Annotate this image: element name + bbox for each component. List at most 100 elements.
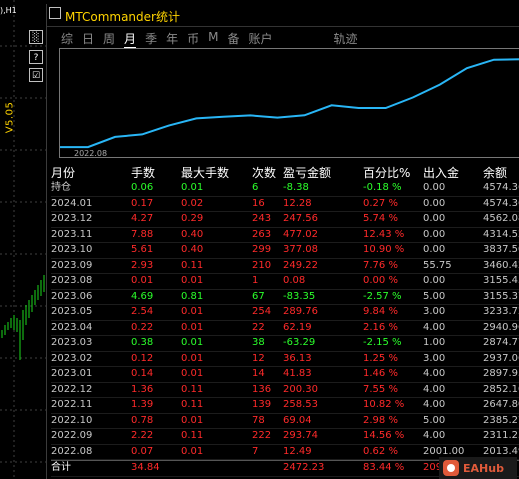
table-header: 月份 手数 最大手数 次数 盈亏金额 百分比% 出入金 余额	[51, 166, 519, 181]
table-row: 2023.10 5.61 0.40 299 377.08 10.90 % 0.00 3837.…	[51, 243, 519, 259]
cell-lots: 0.38	[131, 337, 154, 348]
cell-deposit: 3.00	[423, 306, 446, 317]
panel-titlebar: MTCommander统计	[47, 4, 519, 27]
cell-month: 持仓	[51, 182, 71, 193]
cell-month: 2023.06	[51, 290, 93, 302]
cell-count: 12	[252, 352, 265, 364]
table-row: 2023.02 0.12 0.01 12 36.13 1.25 % 3.00 2937.06	[51, 352, 519, 367]
cell-profit: 0.08	[283, 275, 306, 286]
tab-year[interactable]: 年	[166, 30, 178, 48]
table-row: 2023.09 2.93 0.11 210 249.22 7.76 % 55.75 3460.…	[51, 259, 519, 274]
cell-max-lots: 0.40	[181, 228, 204, 240]
cell-profit: 41.83	[283, 368, 312, 379]
cell-lots: 0.78	[131, 414, 154, 426]
cell-profit: 293.74	[283, 430, 318, 441]
table-row: 2023.01 0.14 0.01 14 41.83 1.46 % 4.00 2897.93	[51, 367, 519, 383]
cell-max-lots: 0.01	[181, 321, 204, 333]
cell-month: 2023.05	[51, 306, 93, 317]
header-count: 次数	[252, 166, 277, 180]
cell-count: 136	[252, 383, 272, 395]
cell-lots: 4.69	[131, 290, 154, 302]
cell-lots: 0.06	[131, 182, 154, 193]
cell-profit: 36.13	[283, 352, 312, 364]
version-label: V5.05	[4, 101, 16, 134]
panel-collapse-box[interactable]	[49, 7, 61, 19]
cell-month: 2023.01	[51, 368, 93, 379]
checkbox-button[interactable]: ☑	[29, 68, 43, 82]
header-lots: 手数	[131, 166, 156, 180]
table-row: 2022.12 1.36 0.11 136 200.30 7.55 % 4.00 2852.1…	[51, 383, 519, 398]
cell-month: 2023.09	[51, 259, 93, 271]
cell-deposit: 1.00	[423, 337, 446, 348]
symbol-timeframe-label: ),H1	[0, 6, 17, 15]
cell-count: 14	[252, 368, 265, 379]
cell-max-lots: 0.01	[181, 414, 204, 426]
tab-overview[interactable]: 综	[61, 30, 73, 48]
cell-deposit: 0.00	[423, 228, 446, 240]
cell-percent: 0.27 %	[363, 197, 398, 209]
cell-deposit: 5.00	[423, 414, 446, 426]
cell-month: 2022.08	[51, 445, 93, 457]
cell-lots: 1.39	[131, 399, 154, 410]
cell-deposit: 0.00	[423, 244, 446, 255]
cell-balance: 2647.80	[483, 399, 519, 410]
cell-balance: 3155.37	[483, 290, 519, 302]
tab-quarter[interactable]: 季	[145, 30, 157, 48]
tab-month[interactable]: 月	[124, 30, 137, 48]
cell-percent: 7.76 %	[363, 259, 398, 271]
cell-balance: 2874.77	[483, 337, 519, 348]
balance-curve-line	[60, 58, 519, 149]
tab-account[interactable]: 账户	[248, 30, 272, 48]
eahub-text: EAHub	[463, 461, 504, 475]
cell-deposit: 4.00	[423, 430, 446, 441]
cell-balance: 4574.36	[483, 182, 519, 193]
header-max-lots: 最大手数	[181, 166, 230, 180]
cell-count: 243	[252, 213, 272, 224]
cell-max-lots: 0.11	[181, 383, 204, 395]
cell-balance: 3460.42	[483, 259, 519, 271]
cell-profit: 477.02	[283, 228, 318, 240]
table-row: 2022.10 0.78 0.01 78 69.04 2.98 % 5.00 2385.27	[51, 414, 519, 429]
cell-month: 2023.10	[51, 244, 93, 255]
chart-tool-button[interactable]: ░	[29, 30, 43, 44]
tab-day[interactable]: 日	[82, 30, 94, 48]
table-row: 2022.09 2.22 0.11 222 293.74 14.56 % 4.00 2311.…	[51, 429, 519, 445]
table-row: 2022.11 1.39 0.11 139 258.53 10.82 % 4.00 2647.…	[51, 398, 519, 414]
cell-balance: 2311.23	[483, 430, 519, 441]
cell-deposit: 4.00	[423, 368, 446, 379]
table-row: 2023.04 0.22 0.01 22 62.19 2.16 % 4.00 2940.96	[51, 321, 519, 336]
cell-percent: -2.57 %	[363, 290, 402, 302]
cell-balance: 2852.10	[483, 383, 519, 395]
tab-currency[interactable]: 币	[187, 30, 199, 48]
cell-count: 222	[252, 430, 272, 441]
header-balance: 余额	[483, 166, 508, 180]
cell-percent: 0.00 %	[363, 275, 398, 286]
header-percent: 百分比%	[363, 166, 411, 180]
cell-lots: 0.14	[131, 368, 154, 379]
cell-lots: 0.07	[131, 445, 154, 457]
cell-deposit: 5.00	[423, 290, 446, 302]
cell-max-lots: 0.01	[181, 182, 204, 193]
cell-max-lots: 0.40	[181, 244, 204, 255]
tab-week[interactable]: 周	[103, 30, 115, 48]
cell-lots: 0.22	[131, 321, 154, 333]
cell-lots: 0.01	[131, 275, 154, 286]
cell-month: 2023.12	[51, 213, 93, 224]
cell-month: 2022.10	[51, 414, 93, 426]
cell-max-lots: 0.01	[181, 337, 204, 348]
tab-magic[interactable]: M	[208, 30, 218, 48]
cell-balance: 2897.93	[483, 368, 519, 379]
cell-month: 2023.03	[51, 337, 93, 348]
table-row: 2024.01 0.17 0.02 16 12.28 0.27 % 0.00 4574.36	[51, 197, 519, 212]
help-button[interactable]: ?	[29, 50, 43, 64]
cell-count: 78	[252, 414, 265, 426]
cell-deposit: 0.00	[423, 213, 446, 224]
cell-lots: 0.12	[131, 352, 154, 364]
tab-trajectory[interactable]: 轨迹	[334, 30, 358, 48]
cell-max-lots: 0.11	[181, 399, 204, 410]
header-profit: 盈亏金额	[283, 166, 332, 180]
tab-note[interactable]: 备	[227, 30, 239, 48]
cell-balance: 4562.08	[483, 213, 519, 224]
cell-profit: 69.04	[283, 414, 312, 426]
cell-lots: 2.22	[131, 430, 154, 441]
